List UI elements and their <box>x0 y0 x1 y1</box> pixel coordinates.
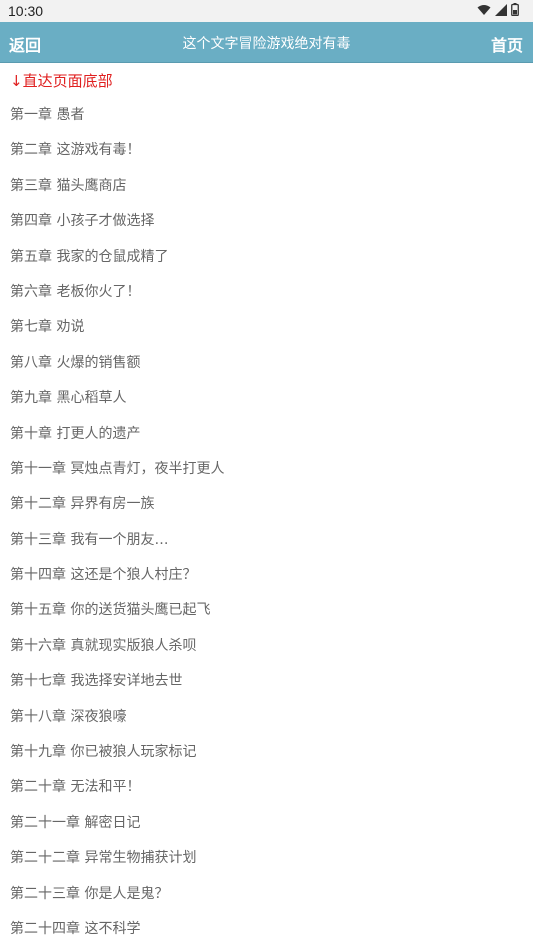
home-button[interactable]: 首页 <box>491 32 523 56</box>
chapter-item[interactable]: 第四章 小孩子才做选择 <box>0 204 533 239</box>
chapter-item[interactable]: 第二十二章 异常生物捕获计划 <box>0 841 533 876</box>
top-bar: 返回 这个文字冒险游戏绝对有毒 首页 <box>0 22 533 63</box>
wifi-icon <box>477 4 491 16</box>
chapter-item[interactable]: 第二十四章 这不科学 <box>0 912 533 947</box>
status-bar: 10:30 <box>0 0 533 22</box>
chapter-item[interactable]: 第三章 猫头鹰商店 <box>0 169 533 204</box>
battery-icon <box>511 3 519 16</box>
chapter-item[interactable]: 第八章 火爆的销售额 <box>0 346 533 381</box>
chapter-item[interactable]: 第十二章 异界有房一族 <box>0 487 533 522</box>
chapter-item[interactable]: 第十章 打更人的遗产 <box>0 417 533 452</box>
status-time: 10:30 <box>8 3 44 19</box>
page-title: 这个文字冒险游戏绝对有毒 <box>182 36 351 52</box>
chapter-item[interactable]: 第二十三章 你是人是鬼？ <box>0 877 533 912</box>
chapter-list: 第一章 愚者 第二章 这游戏有毒！ 第三章 猫头鹰商店 第四章 小孩子才做选择 … <box>0 98 533 947</box>
chapter-item[interactable]: 第十七章 我选择安详地去世 <box>0 664 533 699</box>
chapter-item[interactable]: 第七章 劝说 <box>0 310 533 345</box>
chapter-item[interactable]: 第九章 黑心稻草人 <box>0 381 533 416</box>
signal-icon <box>495 3 507 16</box>
chapter-item[interactable]: 第十五章 你的送货猫头鹰已起飞 <box>0 593 533 628</box>
chapter-item[interactable]: 第二十章 无法和平！ <box>0 770 533 805</box>
jump-to-bottom-link[interactable]: ↓直达页面底部 <box>0 64 533 98</box>
chapter-item[interactable]: 第十一章 冥烛点青灯，夜半打更人 <box>0 452 533 487</box>
chapter-item[interactable]: 第五章 我家的仓鼠成精了 <box>0 240 533 275</box>
chapter-item[interactable]: 第二十一章 解密日记 <box>0 806 533 841</box>
chapter-item[interactable]: 第十九章 你已被狼人玩家标记 <box>0 735 533 770</box>
chapter-item[interactable]: 第十八章 深夜狼嚎 <box>0 700 533 735</box>
status-icons <box>477 3 519 16</box>
chapter-item[interactable]: 第十四章 这还是个狼人村庄？ <box>0 558 533 593</box>
chapter-item[interactable]: 第一章 愚者 <box>0 98 533 133</box>
chapter-item[interactable]: 第六章 老板你火了！ <box>0 275 533 310</box>
chapter-item[interactable]: 第二章 这游戏有毒！ <box>0 133 533 168</box>
chapter-item[interactable]: 第十六章 真就现实版狼人杀呗 <box>0 629 533 664</box>
chapter-item[interactable]: 第十三章 我有一个朋友… <box>0 523 533 558</box>
